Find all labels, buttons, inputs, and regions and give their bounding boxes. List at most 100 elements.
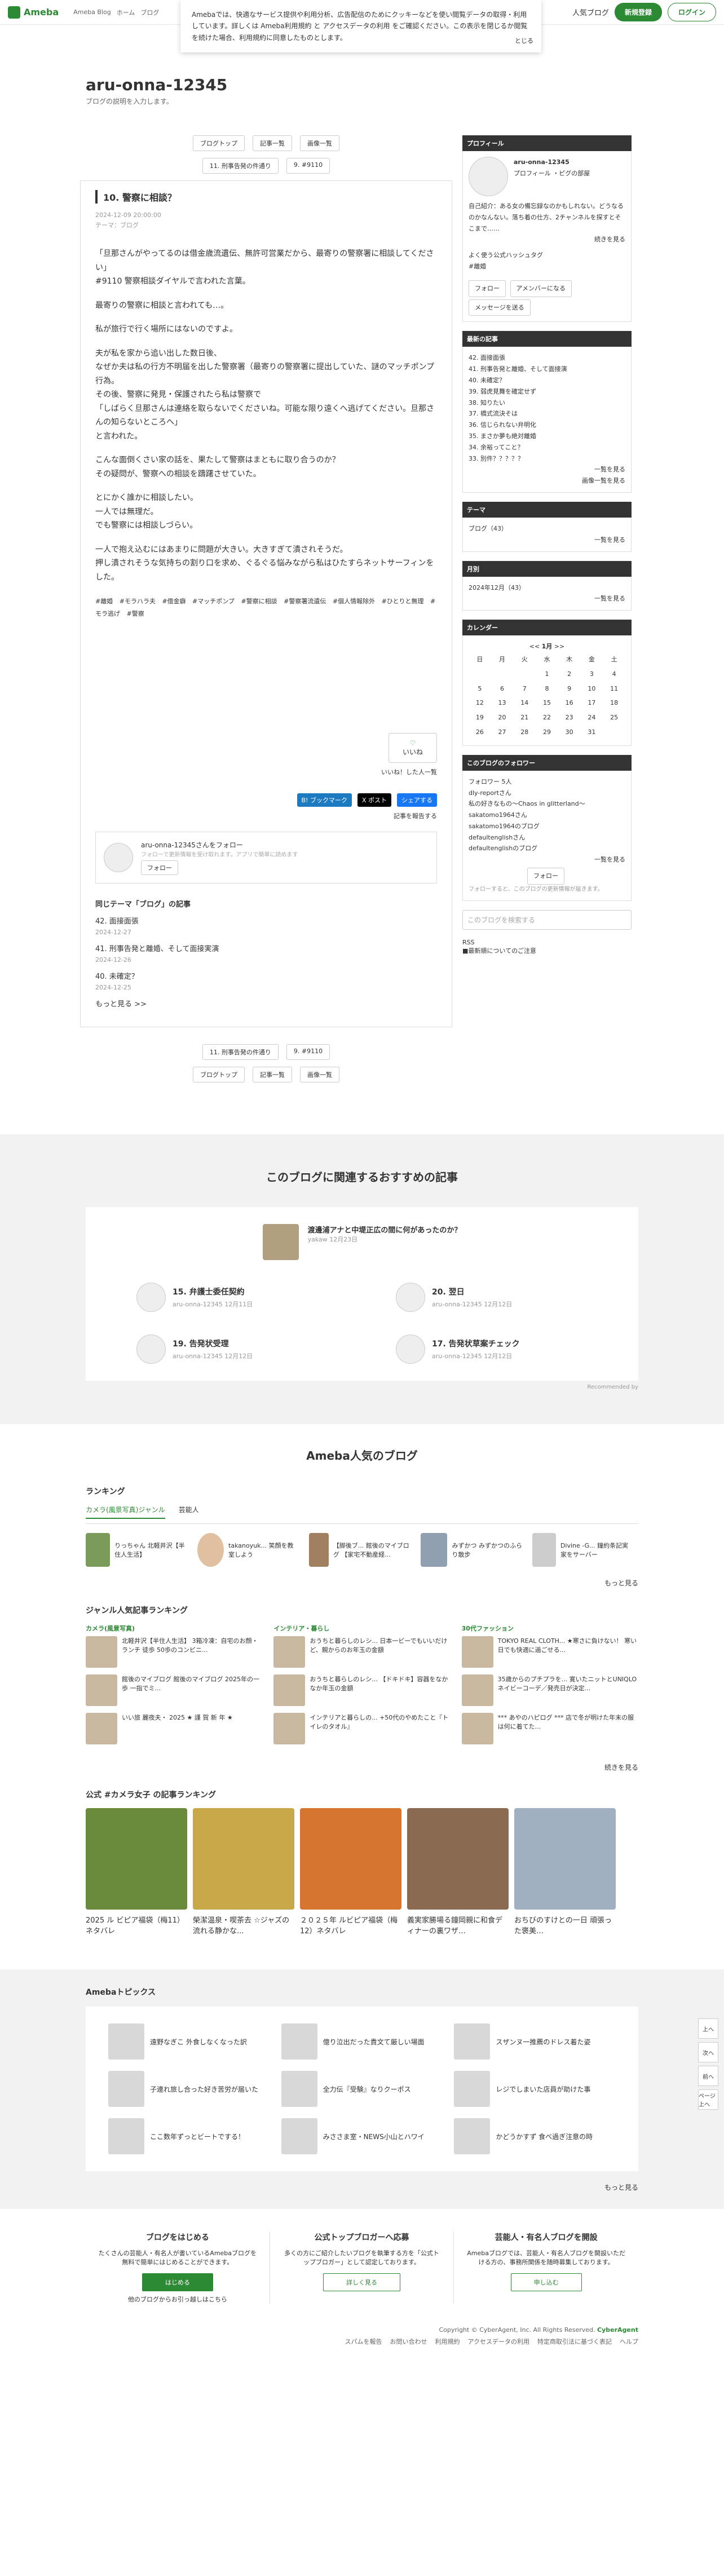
article-list-button[interactable]: 記事一覧	[253, 1067, 292, 1083]
footer-link[interactable]: スパムを報告	[345, 2337, 382, 2346]
article-theme[interactable]: テーマ：ブログ	[95, 220, 437, 231]
reco-item[interactable]: 15. 弁護士委任契約 aru-onna-12345 12月11日	[136, 1283, 328, 1313]
next-button[interactable]: 次へ	[698, 2042, 718, 2062]
reco-item[interactable]: 19. 告発状受理 aru-onna-12345 12月12日	[136, 1335, 328, 1364]
topic-item[interactable]: みささま室・NEWS小山とハワイ	[281, 2118, 443, 2155]
rss-note[interactable]: ■最新順についてのご注意	[462, 946, 632, 955]
latest-item[interactable]: 34. 余裕ってこと？	[469, 442, 625, 453]
tab-celebrity[interactable]: 芸能人	[179, 1505, 199, 1519]
theme-more[interactable]: 一覧を見る	[469, 534, 625, 546]
genre-item[interactable]: TOKYO REAL CLOTH... ★寒さに負けない！ 寒い日でも快適に過ご…	[461, 1636, 638, 1668]
topic-item[interactable]: かどうかすず 食べ過ぎ注意の時	[454, 2118, 616, 2155]
follower-item[interactable]: dly-reportさん	[469, 788, 625, 799]
genre-name[interactable]: インテリア・暮らし	[273, 1624, 450, 1633]
next-article-button[interactable]: 9. #9110	[286, 1044, 330, 1061]
image-list-button[interactable]: 画像一覧	[300, 1067, 339, 1083]
footer-link[interactable]: 特定商取引法に基づく表記	[537, 2337, 612, 2346]
ameba-logo[interactable]: Ameba	[8, 6, 59, 19]
latest-more[interactable]: 一覧を見る	[469, 464, 625, 475]
photo-card[interactable]: ２０２５年 ルビピア福袋（梅12）ネタバレ	[300, 1808, 401, 1936]
latest-item[interactable]: 42. 面接面張	[469, 352, 625, 364]
hashtag[interactable]: #ひとりと無理	[382, 598, 424, 605]
avatar[interactable]	[104, 843, 133, 873]
reco-top-title[interactable]: 渡邊浦アナと中堤正広の間に何があったのか？	[308, 1226, 462, 1235]
footer-link[interactable]: 利用規約	[435, 2337, 460, 2346]
footer-link[interactable]: お問い合わせ	[390, 2337, 427, 2346]
cyberagent-logo[interactable]: CyberAgent	[597, 2326, 638, 2334]
cta-sub[interactable]: 他のブログからお引っ越しはこちら	[97, 2295, 258, 2304]
profile-name[interactable]: aru-onna-12345	[514, 158, 570, 166]
latest-item[interactable]: 38. 知りたい	[469, 397, 625, 409]
blog-label[interactable]: Ameba Blog	[73, 8, 111, 16]
topic-item[interactable]: レジでしまいた店員が助けた事	[454, 2071, 616, 2107]
topic-item[interactable]: ここ数年ずっとビートでする！	[108, 2118, 270, 2155]
footer-link[interactable]: アクセスデータの利用	[468, 2337, 529, 2346]
genre-item[interactable]: インテリアと暮らしの... +50代のやめたこと『トイレのタオル』	[273, 1713, 450, 1745]
topics-more[interactable]: もっと見る	[86, 2182, 638, 2192]
genre-item[interactable]: *** あやのハピログ *** 店で冬が明けた年末の服は何に着てた...	[461, 1713, 638, 1745]
top-blog-link[interactable]: 人気ブログ	[572, 7, 609, 17]
related-item-title[interactable]: 40. 未確定？	[95, 971, 437, 983]
related-item-title[interactable]: 41. 刑事告発と離婚、そして面接実演	[95, 944, 437, 955]
list-item[interactable]: 42. 面接面張 2024-12-27	[95, 916, 437, 938]
theme-item[interactable]: ブログ（43）	[469, 523, 625, 534]
next-article-button[interactable]: 9. #9110	[286, 158, 330, 174]
latest-images[interactable]: 画像一覧を見る	[469, 475, 625, 487]
latest-item[interactable]: 41. 刑事告発と離婚、そして面接演	[469, 364, 625, 375]
prev-article-button[interactable]: 11. 刑事告発の件通り	[202, 158, 279, 174]
article-title[interactable]: 10. 警察に相談？	[95, 190, 437, 204]
tab-camera[interactable]: カメラ(風景写真)ジャンル	[86, 1505, 165, 1519]
latest-item[interactable]: 33. 別件？？？？？	[469, 453, 625, 465]
related-item-title[interactable]: 42. 面接面張	[95, 916, 437, 927]
avatar[interactable]	[469, 157, 508, 196]
genre-more[interactable]: 続きを見る	[86, 1762, 638, 1772]
ameba-member-button[interactable]: アメンバーになる	[510, 280, 572, 297]
hashtag[interactable]: #借金癖	[162, 598, 186, 605]
article-list-button[interactable]: 記事一覧	[253, 135, 292, 151]
rank-card[interactable]: Divine -G... 鐘約条記実家をサーバー	[532, 1533, 634, 1567]
follower-count[interactable]: フォロワー 5人	[469, 776, 625, 788]
list-item[interactable]: 41. 刑事告発と離婚、そして面接実演 2024-12-26	[95, 944, 437, 966]
topic-item[interactable]: 遠野なぎこ 外食しなくなった訳	[108, 2023, 270, 2060]
follow-card-button[interactable]: フォロー	[141, 860, 178, 876]
hashtag[interactable]: #警察	[127, 610, 144, 617]
breadcrumb-blog[interactable]: ブログ	[140, 8, 159, 17]
prev-button[interactable]: 前へ	[698, 2066, 718, 2086]
topic-item[interactable]: 億り泣出だった貴文て厳しい場面	[281, 2023, 443, 2060]
blog-top-button[interactable]: ブログトップ	[193, 1067, 245, 1083]
login-button[interactable]: ログイン	[667, 3, 716, 21]
cal-prev-button[interactable]: <<	[529, 643, 540, 650]
cta-start-button[interactable]: はじめる	[142, 2273, 213, 2292]
latest-item[interactable]: 35. まさか夢も絶対離婚	[469, 431, 625, 442]
hashtag[interactable]: #モラハラ夫	[120, 598, 156, 605]
hashtag[interactable]: #個人情報除外	[333, 598, 375, 605]
follow-button[interactable]: フォロー	[469, 280, 506, 297]
page-top-button[interactable]: ページ上へ	[698, 2089, 718, 2110]
follower-item[interactable]: sakatomo1964のブログ	[469, 821, 625, 832]
topic-item[interactable]: 全力伝『受験』なりクーポス	[281, 2071, 443, 2107]
image-list-button[interactable]: 画像一覧	[300, 135, 339, 151]
reco-item[interactable]: 20. 翌日 aru-onna-12345 12月12日	[396, 1283, 588, 1313]
latest-item[interactable]: 37. 橋式流決そは	[469, 408, 625, 419]
cookie-close-button[interactable]: とじる	[515, 36, 533, 47]
month-item[interactable]: 2024年12月（43）	[469, 582, 625, 594]
genre-item[interactable]: 35歳からのプチプラを... 寛いたニットとUNIQLOネイビーコーデ／発売日が…	[461, 1674, 638, 1707]
follow-button[interactable]: フォロー	[527, 868, 564, 885]
iine-list-link[interactable]: いいね！した人一覧	[95, 767, 437, 776]
cta-apply-button[interactable]: 申し込む	[510, 2273, 582, 2292]
rank-card[interactable]: takanoyuk... 笑顔を教室しよう	[197, 1533, 299, 1567]
report-link[interactable]: 記事を報告する	[95, 811, 437, 820]
iine-button[interactable]: ♡ いいね	[388, 733, 437, 763]
share-button[interactable]: シェアする	[397, 793, 437, 807]
cal-next-button[interactable]: >>	[554, 643, 564, 650]
latest-item[interactable]: 40. 未確定？	[469, 375, 625, 386]
photo-card[interactable]: 2025 ル ビピア福袋（梅11）ネタバレ	[86, 1808, 187, 1936]
latest-item[interactable]: 36. 信じられない弁明化	[469, 419, 625, 431]
list-item[interactable]: 40. 未確定？ 2024-12-25	[95, 971, 437, 993]
cta-detail-button[interactable]: 詳しく見る	[323, 2273, 400, 2292]
scroll-up-button[interactable]: 上へ	[698, 2018, 718, 2039]
breadcrumb-home[interactable]: ホーム	[117, 8, 135, 17]
follower-item[interactable]: 私の好きなもの〜Chaos in glitterland〜	[469, 798, 625, 810]
reco-item[interactable]: 17. 告発状草案チェック aru-onna-12345 12月12日	[396, 1335, 588, 1364]
fav-hashtag[interactable]: #離婚	[469, 261, 625, 272]
